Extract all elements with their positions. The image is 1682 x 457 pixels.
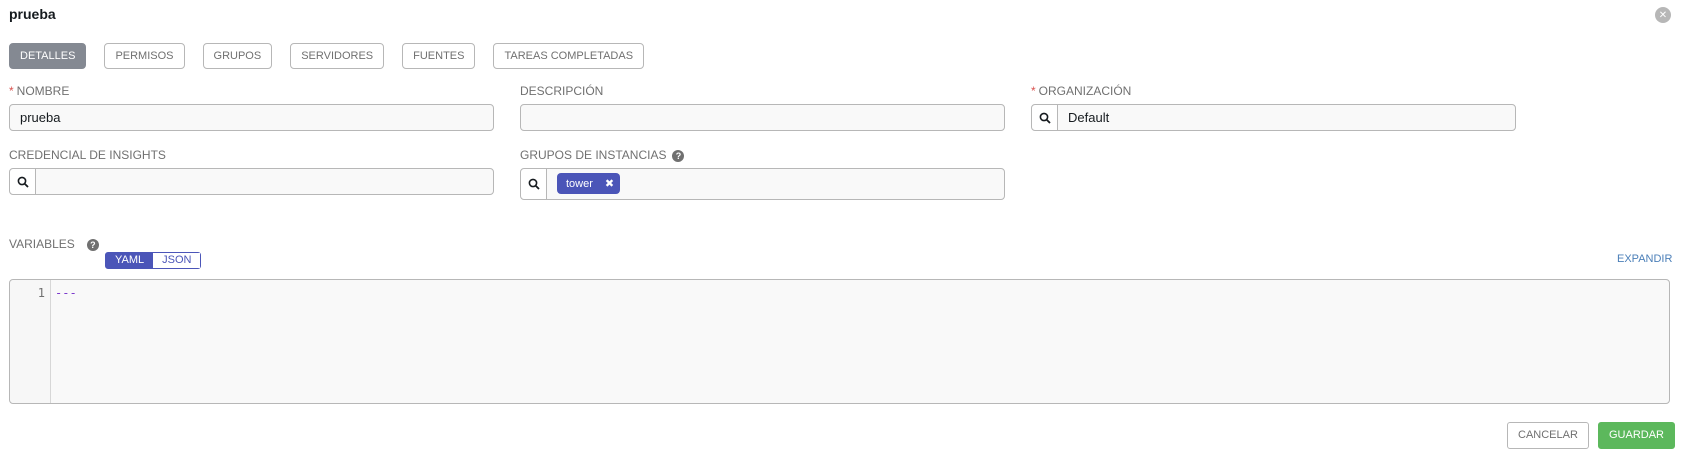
name-label-text: NOMBRE [16, 84, 70, 98]
required-marker: * [9, 84, 14, 98]
tab-servidores[interactable]: SERVIDORES [290, 43, 385, 69]
tab-permisos[interactable]: PERMISOS [104, 43, 185, 69]
tab-fuentes[interactable]: FUENTES [402, 43, 476, 69]
insights-credential-input[interactable] [36, 169, 46, 194]
code-area[interactable]: --- [51, 280, 77, 403]
cancel-button[interactable]: CANCELAR [1507, 422, 1589, 449]
organization-input[interactable]: Default [1058, 105, 1109, 130]
name-label: * NOMBRE [9, 84, 69, 98]
json-toggle-button[interactable]: JSON [153, 253, 201, 268]
organization-lookup: Default [1031, 104, 1516, 131]
tab-grupos[interactable]: GRUPOS [202, 43, 273, 69]
variables-code-editor[interactable]: 1 --- [9, 279, 1670, 404]
close-icon[interactable]: ✕ [1655, 7, 1671, 23]
search-icon[interactable] [1032, 105, 1058, 130]
tab-bar: DETALLES PERMISOS GRUPOS SERVIDORES FUEN… [9, 43, 662, 69]
instance-group-tag-label: tower [566, 177, 593, 190]
description-label: DESCRIPCIÓN [520, 84, 604, 98]
inventory-form-panel: prueba ✕ DETALLES PERMISOS GRUPOS SERVID… [0, 0, 1682, 457]
name-input[interactable]: prueba [9, 104, 494, 131]
description-input[interactable] [520, 104, 1005, 131]
save-button[interactable]: GUARDAR [1598, 422, 1676, 449]
instance-groups-label: GRUPOS DE INSTANCIAS? [520, 148, 685, 162]
required-marker: * [1031, 84, 1036, 98]
variables-format-toggle: YAML JSON [105, 252, 202, 269]
instance-groups-lookup: tower ✖ [520, 168, 1005, 200]
help-icon[interactable]: ? [86, 238, 99, 251]
instance-group-tag: tower ✖ [557, 173, 621, 194]
remove-tag-icon[interactable]: ✖ [605, 177, 614, 190]
line-number: 1 [37, 286, 45, 300]
expand-link[interactable]: EXPANDIR [1617, 253, 1672, 265]
help-icon[interactable]: ? [672, 149, 685, 162]
tab-tareas-completadas[interactable]: TAREAS COMPLETADAS [493, 43, 645, 69]
page-title: prueba [9, 6, 56, 22]
variables-label: VARIABLES? [9, 237, 99, 251]
insights-credential-label: CREDENCIAL DE INSIGHTS [9, 148, 166, 162]
yaml-toggle-button[interactable]: YAML [106, 253, 154, 268]
organization-label-text: ORGANIZACIÓN [1038, 84, 1132, 98]
code-line: --- [55, 286, 77, 300]
organization-label: * ORGANIZACIÓN [1031, 84, 1131, 98]
search-icon[interactable] [521, 169, 547, 199]
tab-detalles[interactable]: DETALLES [9, 43, 87, 69]
instance-groups-label-text: GRUPOS DE INSTANCIAS [520, 148, 667, 162]
variables-label-text: VARIABLES [9, 237, 75, 251]
line-number-gutter: 1 [10, 280, 51, 403]
insights-credential-lookup [9, 168, 494, 195]
search-icon[interactable] [10, 169, 36, 194]
